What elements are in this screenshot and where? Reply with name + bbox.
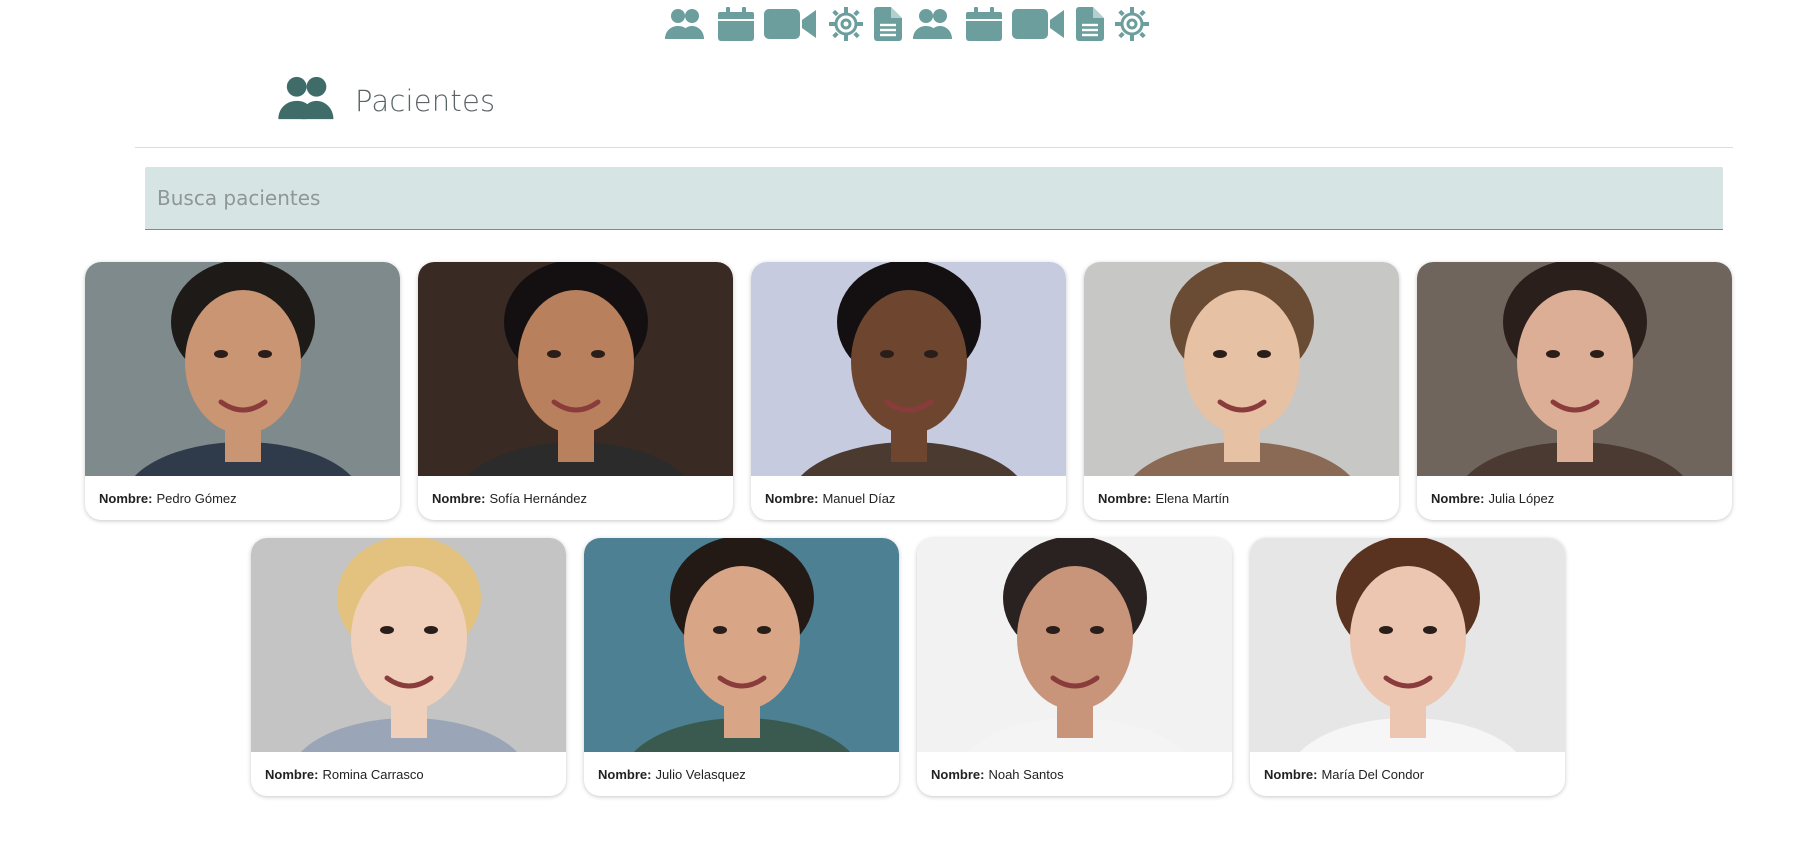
patient-card[interactable]: Nombre: Julia López bbox=[1417, 262, 1732, 520]
patient-caption: Nombre: Pedro Gómez bbox=[85, 476, 400, 520]
users-icon[interactable] bbox=[912, 4, 956, 44]
patient-caption: Nombre: Manuel Díaz bbox=[751, 476, 1066, 520]
patient-name: Sofía Hernández bbox=[489, 490, 588, 506]
page-header: Pacientes bbox=[275, 74, 495, 127]
patient-name-label: Nombre: bbox=[1098, 490, 1152, 506]
header-divider bbox=[135, 147, 1733, 148]
patient-name-label: Nombre: bbox=[765, 490, 819, 506]
video-icon[interactable] bbox=[764, 4, 818, 44]
page-title: Pacientes bbox=[355, 83, 496, 118]
patient-photo bbox=[584, 538, 899, 752]
patient-card[interactable]: Nombre: Romina Carrasco bbox=[251, 538, 566, 796]
patient-name: Julio Velasquez bbox=[655, 766, 746, 782]
patient-row: Nombre: Pedro Gómez Nombre: Sofía Hernández… bbox=[85, 262, 1732, 520]
patient-name-label: Nombre: bbox=[265, 766, 319, 782]
search-input[interactable] bbox=[145, 167, 1723, 230]
patient-name: Julia López bbox=[1488, 490, 1555, 506]
patient-photo bbox=[917, 538, 1232, 752]
patient-name: Noah Santos bbox=[988, 766, 1064, 782]
patient-caption: Nombre: María Del Condor bbox=[1250, 752, 1565, 796]
patient-name-label: Nombre: bbox=[432, 490, 486, 506]
users-icon[interactable] bbox=[664, 4, 708, 44]
patient-caption: Nombre: Noah Santos bbox=[917, 752, 1232, 796]
patient-caption: Nombre: Romina Carrasco bbox=[251, 752, 566, 796]
patient-name: Pedro Gómez bbox=[156, 490, 237, 506]
patient-name-label: Nombre: bbox=[1431, 490, 1485, 506]
patient-photo bbox=[751, 262, 1066, 476]
video-icon[interactable] bbox=[1012, 4, 1066, 44]
patient-name: María Del Condor bbox=[1321, 766, 1425, 782]
patient-photo bbox=[1250, 538, 1565, 752]
patient-name: Romina Carrasco bbox=[322, 766, 424, 782]
patient-card[interactable]: Nombre: Julio Velasquez bbox=[584, 538, 899, 796]
patient-caption: Nombre: Elena Martín bbox=[1084, 476, 1399, 520]
document-icon[interactable] bbox=[1076, 4, 1104, 44]
patient-name-label: Nombre: bbox=[99, 490, 153, 506]
calendar-icon[interactable] bbox=[718, 4, 754, 44]
patient-photo bbox=[251, 538, 566, 752]
patient-name: Manuel Díaz bbox=[822, 490, 896, 506]
patient-caption: Nombre: Julia López bbox=[1417, 476, 1732, 520]
patient-card[interactable]: Nombre: Elena Martín bbox=[1084, 262, 1399, 520]
patient-row: Nombre: Romina Carrasco Nombre: Julio Velas… bbox=[251, 538, 1565, 796]
patient-photo bbox=[85, 262, 400, 476]
patient-card[interactable]: Nombre: María Del Condor bbox=[1250, 538, 1565, 796]
patient-name-label: Nombre: bbox=[598, 766, 652, 782]
patient-photo bbox=[1417, 262, 1732, 476]
settings-icon[interactable] bbox=[828, 4, 864, 44]
patients-page: Pacientes Nombre:Pedro GómezNombre:Sofía… bbox=[0, 0, 1817, 844]
patient-name-label: Nombre: bbox=[931, 766, 985, 782]
patient-photo bbox=[1084, 262, 1399, 476]
patient-name: Elena Martín bbox=[1155, 490, 1230, 506]
top-nav bbox=[664, 4, 1150, 44]
patient-caption: Nombre: Sofía Hernández bbox=[418, 476, 733, 520]
patient-caption: Nombre: Julio Velasquez bbox=[584, 752, 899, 796]
patient-card[interactable]: Nombre: Pedro Gómez bbox=[85, 262, 400, 520]
patient-name-label: Nombre: bbox=[1264, 766, 1318, 782]
patient-card[interactable]: Nombre: Noah Santos bbox=[917, 538, 1232, 796]
patient-card[interactable]: Nombre: Sofía Hernández bbox=[418, 262, 733, 520]
patient-card[interactable]: Nombre: Manuel Díaz bbox=[751, 262, 1066, 520]
settings-icon[interactable] bbox=[1114, 4, 1150, 44]
patient-photo bbox=[418, 262, 733, 476]
document-icon[interactable] bbox=[874, 4, 902, 44]
calendar-icon[interactable] bbox=[966, 4, 1002, 44]
users-icon bbox=[275, 74, 341, 127]
